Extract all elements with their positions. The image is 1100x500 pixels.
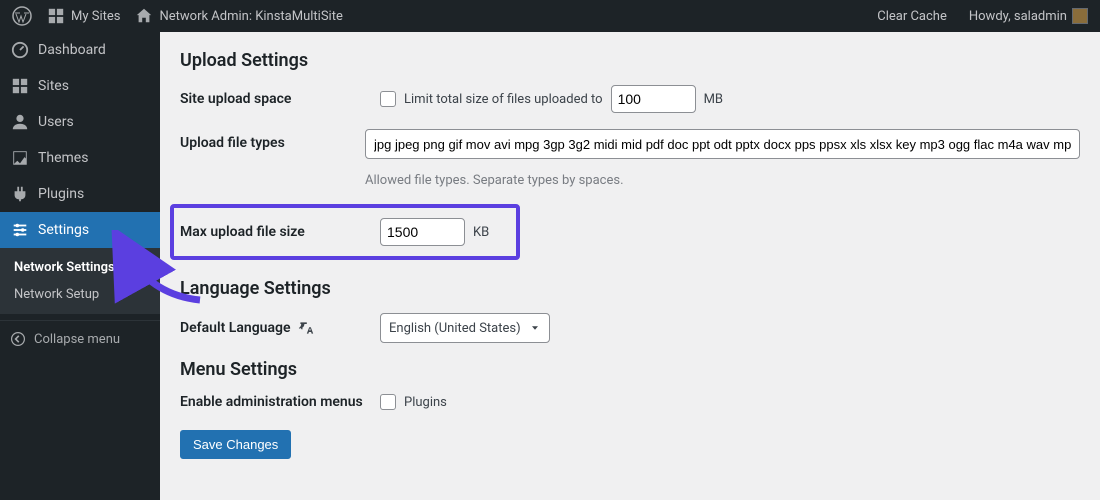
menu-plugins[interactable]: Plugins: [0, 176, 160, 212]
sites-menu-icon: [10, 76, 30, 96]
menu-settings-label: Settings: [38, 222, 89, 238]
site-upload-space-label: Site upload space: [180, 91, 380, 107]
menu-settings-heading: Menu Settings: [180, 359, 1080, 380]
limit-upload-text: Limit total size of files uploaded to: [404, 92, 603, 107]
upload-file-types-hint: Allowed file types. Separate types by sp…: [365, 173, 624, 188]
dashboard-icon: [10, 40, 30, 60]
my-sites-link[interactable]: My Sites: [42, 0, 124, 32]
wordpress-icon: [12, 6, 32, 26]
settings-icon: [10, 220, 30, 240]
max-upload-highlight: Max upload file size KB: [170, 204, 520, 260]
network-admin-label: Network Admin: KinstaMultiSite: [159, 9, 342, 24]
users-icon: [10, 112, 30, 132]
translate-icon: [298, 320, 314, 336]
themes-icon: [10, 148, 30, 168]
site-upload-space-unit: MB: [704, 92, 723, 107]
collapse-label: Collapse menu: [34, 332, 120, 347]
my-sites-label: My Sites: [71, 9, 120, 24]
submenu-network-setup[interactable]: Network Setup: [0, 281, 160, 308]
menu-users[interactable]: Users: [0, 104, 160, 140]
wp-logo[interactable]: [8, 0, 36, 32]
default-language-label: Default Language: [180, 320, 380, 336]
menu-dashboard-label: Dashboard: [38, 42, 106, 58]
language-settings-heading: Language Settings: [180, 278, 1080, 299]
menu-dashboard[interactable]: Dashboard: [0, 32, 160, 68]
howdy-link[interactable]: Howdy, saladmin: [965, 0, 1092, 32]
default-language-value: English (United States): [389, 321, 521, 336]
settings-submenu: Network Settings Network Setup: [0, 248, 160, 314]
site-upload-space-row: Site upload space Limit total size of fi…: [180, 85, 1080, 113]
default-language-row: Default Language English (United States): [180, 313, 1080, 343]
menu-sites-label: Sites: [38, 78, 69, 94]
plugins-menu-checkbox[interactable]: [380, 394, 396, 410]
menu-users-label: Users: [38, 114, 74, 130]
chevron-down-icon: [529, 322, 541, 334]
network-admin-link[interactable]: Network Admin: KinstaMultiSite: [130, 0, 346, 32]
admin-toolbar: My Sites Network Admin: KinstaMultiSite …: [0, 0, 1100, 32]
menu-plugins-label: Plugins: [38, 186, 84, 202]
clear-cache-link[interactable]: Clear Cache: [873, 0, 951, 32]
enable-admin-menus-label: Enable administration menus: [180, 394, 380, 410]
max-upload-row: Max upload file size KB: [180, 218, 510, 246]
menu-settings[interactable]: Settings: [0, 212, 160, 248]
collapse-menu[interactable]: Collapse menu: [0, 320, 160, 357]
max-upload-unit: KB: [473, 225, 489, 240]
howdy-label: Howdy, saladmin: [969, 9, 1067, 24]
plugins-icon: [10, 184, 30, 204]
max-upload-label: Max upload file size: [180, 224, 380, 240]
enable-admin-menus-row: Enable administration menus Plugins: [180, 394, 1080, 410]
admin-sidebar: Dashboard Sites Users Themes Plugins Set…: [0, 32, 160, 500]
upload-settings-heading: Upload Settings: [180, 50, 1080, 71]
sites-icon: [46, 6, 66, 26]
upload-file-types-input[interactable]: [365, 129, 1080, 159]
default-language-select[interactable]: English (United States): [380, 313, 550, 343]
save-button[interactable]: Save Changes: [180, 430, 291, 459]
menu-themes-label: Themes: [38, 150, 88, 166]
home-icon: [134, 6, 154, 26]
plugins-menu-text: Plugins: [404, 395, 447, 410]
avatar: [1072, 8, 1088, 24]
limit-upload-checkbox[interactable]: [380, 91, 396, 107]
menu-themes[interactable]: Themes: [0, 140, 160, 176]
upload-file-types-row: Upload file types Allowed file types. Se…: [180, 129, 1080, 188]
content-area: Upload Settings Site upload space Limit …: [160, 32, 1100, 500]
collapse-icon: [10, 331, 26, 347]
menu-sites[interactable]: Sites: [0, 68, 160, 104]
site-upload-space-input[interactable]: [611, 85, 696, 113]
submenu-network-settings[interactable]: Network Settings: [0, 254, 160, 281]
clear-cache-label: Clear Cache: [877, 9, 947, 24]
max-upload-input[interactable]: [380, 218, 465, 246]
upload-file-types-label: Upload file types: [180, 129, 365, 151]
